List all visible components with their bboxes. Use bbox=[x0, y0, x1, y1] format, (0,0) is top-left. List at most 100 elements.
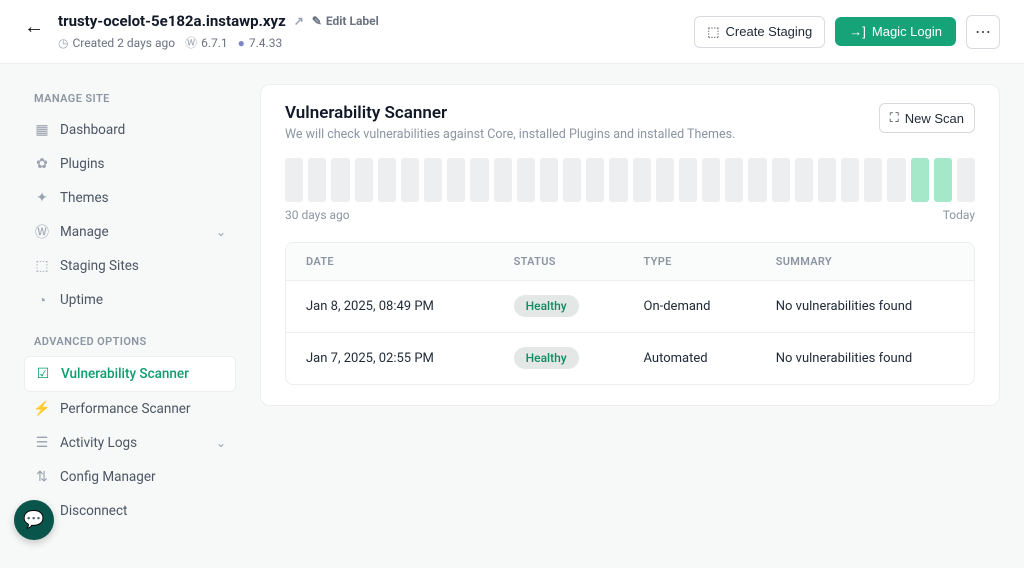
activity-bar bbox=[934, 158, 952, 202]
activity-bar bbox=[748, 158, 766, 202]
cube-icon: ⬚ bbox=[707, 24, 719, 40]
pencil-icon: ✎ bbox=[312, 14, 322, 28]
cell-date: Jan 7, 2025, 02:55 PM bbox=[286, 333, 494, 385]
sidebar-item-disconnect[interactable]: ⤫Disconnect bbox=[24, 494, 236, 528]
cell-type: Automated bbox=[624, 333, 756, 385]
activity-bar bbox=[679, 158, 697, 202]
sidebar-item-config-manager[interactable]: ⇅Config Manager bbox=[24, 460, 236, 494]
php-version-meta: ● 7.4.33 bbox=[238, 36, 283, 50]
new-scan-label: New Scan bbox=[905, 111, 964, 126]
php-icon: ● bbox=[238, 36, 245, 50]
created-meta: ◷ Created 2 days ago bbox=[58, 36, 175, 50]
activity-bar bbox=[841, 158, 859, 202]
activity-bar bbox=[470, 158, 488, 202]
activity-bar bbox=[795, 158, 813, 202]
sidebar-heading-advanced: ADVANCED OPTIONS bbox=[24, 327, 236, 356]
activity-bar bbox=[609, 158, 627, 202]
new-scan-button[interactable]: ⛶ New Scan bbox=[879, 103, 975, 133]
content: Vulnerability Scanner We will check vuln… bbox=[260, 84, 1000, 528]
magic-login-button[interactable]: →] Magic Login bbox=[835, 17, 956, 46]
col-type: TYPE bbox=[624, 243, 756, 281]
range-left-label: 30 days ago bbox=[285, 208, 350, 222]
activity-bar bbox=[772, 158, 790, 202]
chat-icon: 💬 bbox=[23, 510, 44, 530]
sidebar-icon: ☑ bbox=[35, 366, 51, 382]
sidebar-item-dashboard[interactable]: ▦Dashboard bbox=[24, 113, 236, 147]
edit-label-button[interactable]: ✎ Edit Label bbox=[312, 14, 379, 28]
sidebar-heading-manage: MANAGE SITE bbox=[24, 84, 236, 113]
activity-bar bbox=[494, 158, 512, 202]
create-staging-button[interactable]: ⬚ Create Staging bbox=[694, 16, 825, 48]
magic-login-label: Magic Login bbox=[872, 24, 942, 39]
sidebar-item-activity-logs[interactable]: ☰Activity Logs⌄ bbox=[24, 426, 236, 460]
topbar-right: ⬚ Create Staging →] Magic Login ⋯ bbox=[694, 15, 1000, 49]
sidebar-item-themes[interactable]: ✦Themes bbox=[24, 181, 236, 215]
scan-icon: ⛶ bbox=[890, 110, 899, 126]
php-version: 7.4.33 bbox=[249, 36, 282, 50]
scanner-card: Vulnerability Scanner We will check vuln… bbox=[260, 84, 1000, 406]
activity-bar bbox=[818, 158, 836, 202]
activity-bar bbox=[540, 158, 558, 202]
sidebar-icon: ☰ bbox=[34, 435, 50, 451]
activity-bar bbox=[447, 158, 465, 202]
card-header: Vulnerability Scanner We will check vuln… bbox=[285, 103, 975, 142]
activity-bar bbox=[725, 158, 743, 202]
activity-bar bbox=[401, 158, 419, 202]
cell-type: On-demand bbox=[624, 281, 756, 333]
sidebar-icon: ◔ bbox=[34, 292, 50, 308]
cell-status: Healthy bbox=[494, 333, 624, 385]
chevron-down-icon: ⌄ bbox=[216, 436, 226, 450]
sidebar-item-label: Dashboard bbox=[60, 122, 125, 138]
sidebar-item-label: Disconnect bbox=[60, 503, 127, 519]
sidebar-icon: ✿ bbox=[34, 156, 50, 172]
topbar: ← trusty-ocelot-5e182a.instawp.xyz ↗ ✎ E… bbox=[0, 0, 1024, 64]
site-meta: ◷ Created 2 days ago Ⓦ 6.7.1 ● 7.4.33 bbox=[58, 34, 379, 51]
table-row[interactable]: Jan 8, 2025, 08:49 PM Healthy On-demandNo … bbox=[286, 281, 974, 333]
sidebar-icon: ⇅ bbox=[34, 469, 50, 485]
chevron-down-icon: ⌄ bbox=[216, 225, 226, 239]
more-menu-button[interactable]: ⋯ bbox=[966, 15, 1000, 49]
activity-bar bbox=[285, 158, 303, 202]
sidebar-item-label: Vulnerability Scanner bbox=[61, 366, 189, 382]
site-info: trusty-ocelot-5e182a.instawp.xyz ↗ ✎ Edi… bbox=[58, 12, 379, 51]
activity-bar bbox=[633, 158, 651, 202]
sidebar-item-label: Manage bbox=[60, 224, 109, 240]
chart-labels: 30 days ago Today bbox=[285, 208, 975, 222]
sidebar-item-performance-scanner[interactable]: ⚡Performance Scanner bbox=[24, 392, 236, 426]
cell-status: Healthy bbox=[494, 281, 624, 333]
table-row[interactable]: Jan 7, 2025, 02:55 PMHealthyAutomatedNo … bbox=[286, 333, 974, 385]
activity-bar bbox=[586, 158, 604, 202]
status-badge: Healthy bbox=[514, 295, 579, 317]
sidebar-item-uptime[interactable]: ◔ Uptime bbox=[24, 283, 236, 317]
clock-icon: ◷ bbox=[58, 36, 68, 50]
sidebar-item-manage[interactable]: ⓌManage⌄ bbox=[24, 215, 236, 249]
back-arrow-icon[interactable]: ← bbox=[24, 12, 44, 36]
activity-bar bbox=[702, 158, 720, 202]
external-link-icon[interactable]: ↗ bbox=[294, 14, 304, 28]
activity-bar bbox=[308, 158, 326, 202]
login-arrow-icon: →] bbox=[849, 24, 866, 39]
activity-bar bbox=[517, 158, 535, 202]
col-date: DATE bbox=[286, 243, 494, 281]
activity-chart: 30 days ago Today bbox=[285, 158, 975, 222]
sidebar-item-plugins[interactable]: ✿Plugins bbox=[24, 147, 236, 181]
range-right-label: Today bbox=[943, 208, 975, 222]
sidebar: MANAGE SITE ▦Dashboard✿Plugins✦ThemesⓌMa… bbox=[24, 84, 236, 528]
sidebar-item-staging-sites[interactable]: ⬚Staging Sites bbox=[24, 249, 236, 283]
activity-bar bbox=[355, 158, 373, 202]
scan-table-body: Jan 8, 2025, 08:49 PMHealthyOn-demandNo … bbox=[286, 281, 974, 385]
chat-fab[interactable]: 💬 bbox=[14, 500, 54, 540]
wp-version-meta: Ⓦ 6.7.1 bbox=[185, 34, 228, 51]
activity-bar bbox=[911, 158, 929, 202]
cell-summary: No vulnerabilities found bbox=[756, 281, 974, 333]
dots-icon: ⋯ bbox=[975, 22, 991, 42]
sidebar-item-label: Staging Sites bbox=[60, 258, 139, 274]
topbar-left: ← trusty-ocelot-5e182a.instawp.xyz ↗ ✎ E… bbox=[24, 12, 379, 51]
card-subtitle: We will check vulnerabilities against Co… bbox=[285, 127, 735, 142]
activity-bar bbox=[887, 158, 905, 202]
created-text: Created 2 days ago bbox=[72, 36, 175, 50]
sidebar-item-label: Uptime bbox=[60, 292, 103, 308]
wordpress-icon: Ⓦ bbox=[185, 34, 197, 51]
sidebar-item-vulnerability-scanner[interactable]: ☑ Vulnerability Scanner bbox=[24, 356, 236, 392]
cell-date: Jan 8, 2025, 08:49 PM bbox=[286, 281, 494, 333]
